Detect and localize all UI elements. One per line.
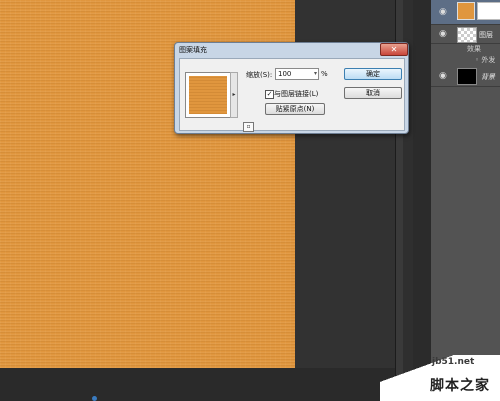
- layer-thumbnail: [457, 2, 475, 20]
- watermark-brand: 脚本之家: [430, 378, 490, 394]
- link-with-layer-checkbox[interactable]: ✓: [265, 90, 274, 99]
- close-button[interactable]: ✕: [380, 43, 408, 56]
- layer-thumbnail-transparent: [457, 27, 477, 43]
- layer-row-background[interactable]: ◉ 背景: [431, 66, 500, 87]
- scale-input[interactable]: 100 ▾: [275, 68, 319, 80]
- layer-thumbnail-background: [457, 68, 477, 85]
- visibility-eye-icon[interactable]: ◉: [439, 30, 449, 39]
- dialog-titlebar[interactable]: 图案填充 ✕: [175, 43, 408, 57]
- layer-mask-thumbnail[interactable]: [477, 2, 500, 20]
- visibility-eye-icon[interactable]: ◉: [439, 8, 449, 17]
- layer-effects-label[interactable]: 效果: [467, 44, 481, 54]
- ok-button[interactable]: 确定: [344, 68, 402, 80]
- layer-name: 图层: [479, 31, 493, 39]
- layer-effect-item[interactable]: ◦ 外发: [475, 55, 495, 65]
- dialog-title: 图案填充: [179, 46, 207, 54]
- status-indicator-icon: [92, 396, 97, 401]
- pattern-fill-dialog: 图案填充 ✕ ▸ ▫ 缩放(S): 100 ▾ % ✓ 与图层链接(L) 贴紧原…: [174, 42, 409, 134]
- snap-to-origin-button[interactable]: 贴紧原点(N): [265, 103, 325, 115]
- dialog-body: ▸ ▫ 缩放(S): 100 ▾ % ✓ 与图层链接(L) 贴紧原点(N) 确定…: [179, 58, 405, 132]
- status-strip: [0, 368, 395, 401]
- cancel-button[interactable]: 取消: [344, 87, 402, 99]
- visibility-eye-icon[interactable]: ◉: [439, 72, 449, 81]
- layers-panel: ◉ ◉ 图层 效果 ◦ 外发 ◉ 背景: [430, 0, 500, 401]
- link-with-layer-label[interactable]: 与图层链接(L): [274, 89, 318, 99]
- background-layer-name: 背景: [481, 73, 495, 81]
- scale-value: 100: [278, 70, 292, 78]
- pattern-dropdown-arrow[interactable]: ▸: [230, 72, 238, 118]
- new-pattern-preset-icon[interactable]: ▫: [243, 122, 254, 132]
- watermark-url: jb51.net: [432, 357, 475, 367]
- pattern-swatch: [189, 76, 227, 114]
- scale-unit: %: [321, 70, 328, 78]
- layer-row-layer[interactable]: ◉ 图层: [431, 25, 500, 44]
- scale-label: 缩放(S):: [246, 71, 273, 79]
- pattern-picker[interactable]: [185, 72, 231, 118]
- watermark: jb51.net 脚本之家: [380, 355, 500, 401]
- layer-row-pattern[interactable]: ◉: [431, 0, 500, 25]
- chevron-down-icon[interactable]: ▾: [314, 69, 317, 79]
